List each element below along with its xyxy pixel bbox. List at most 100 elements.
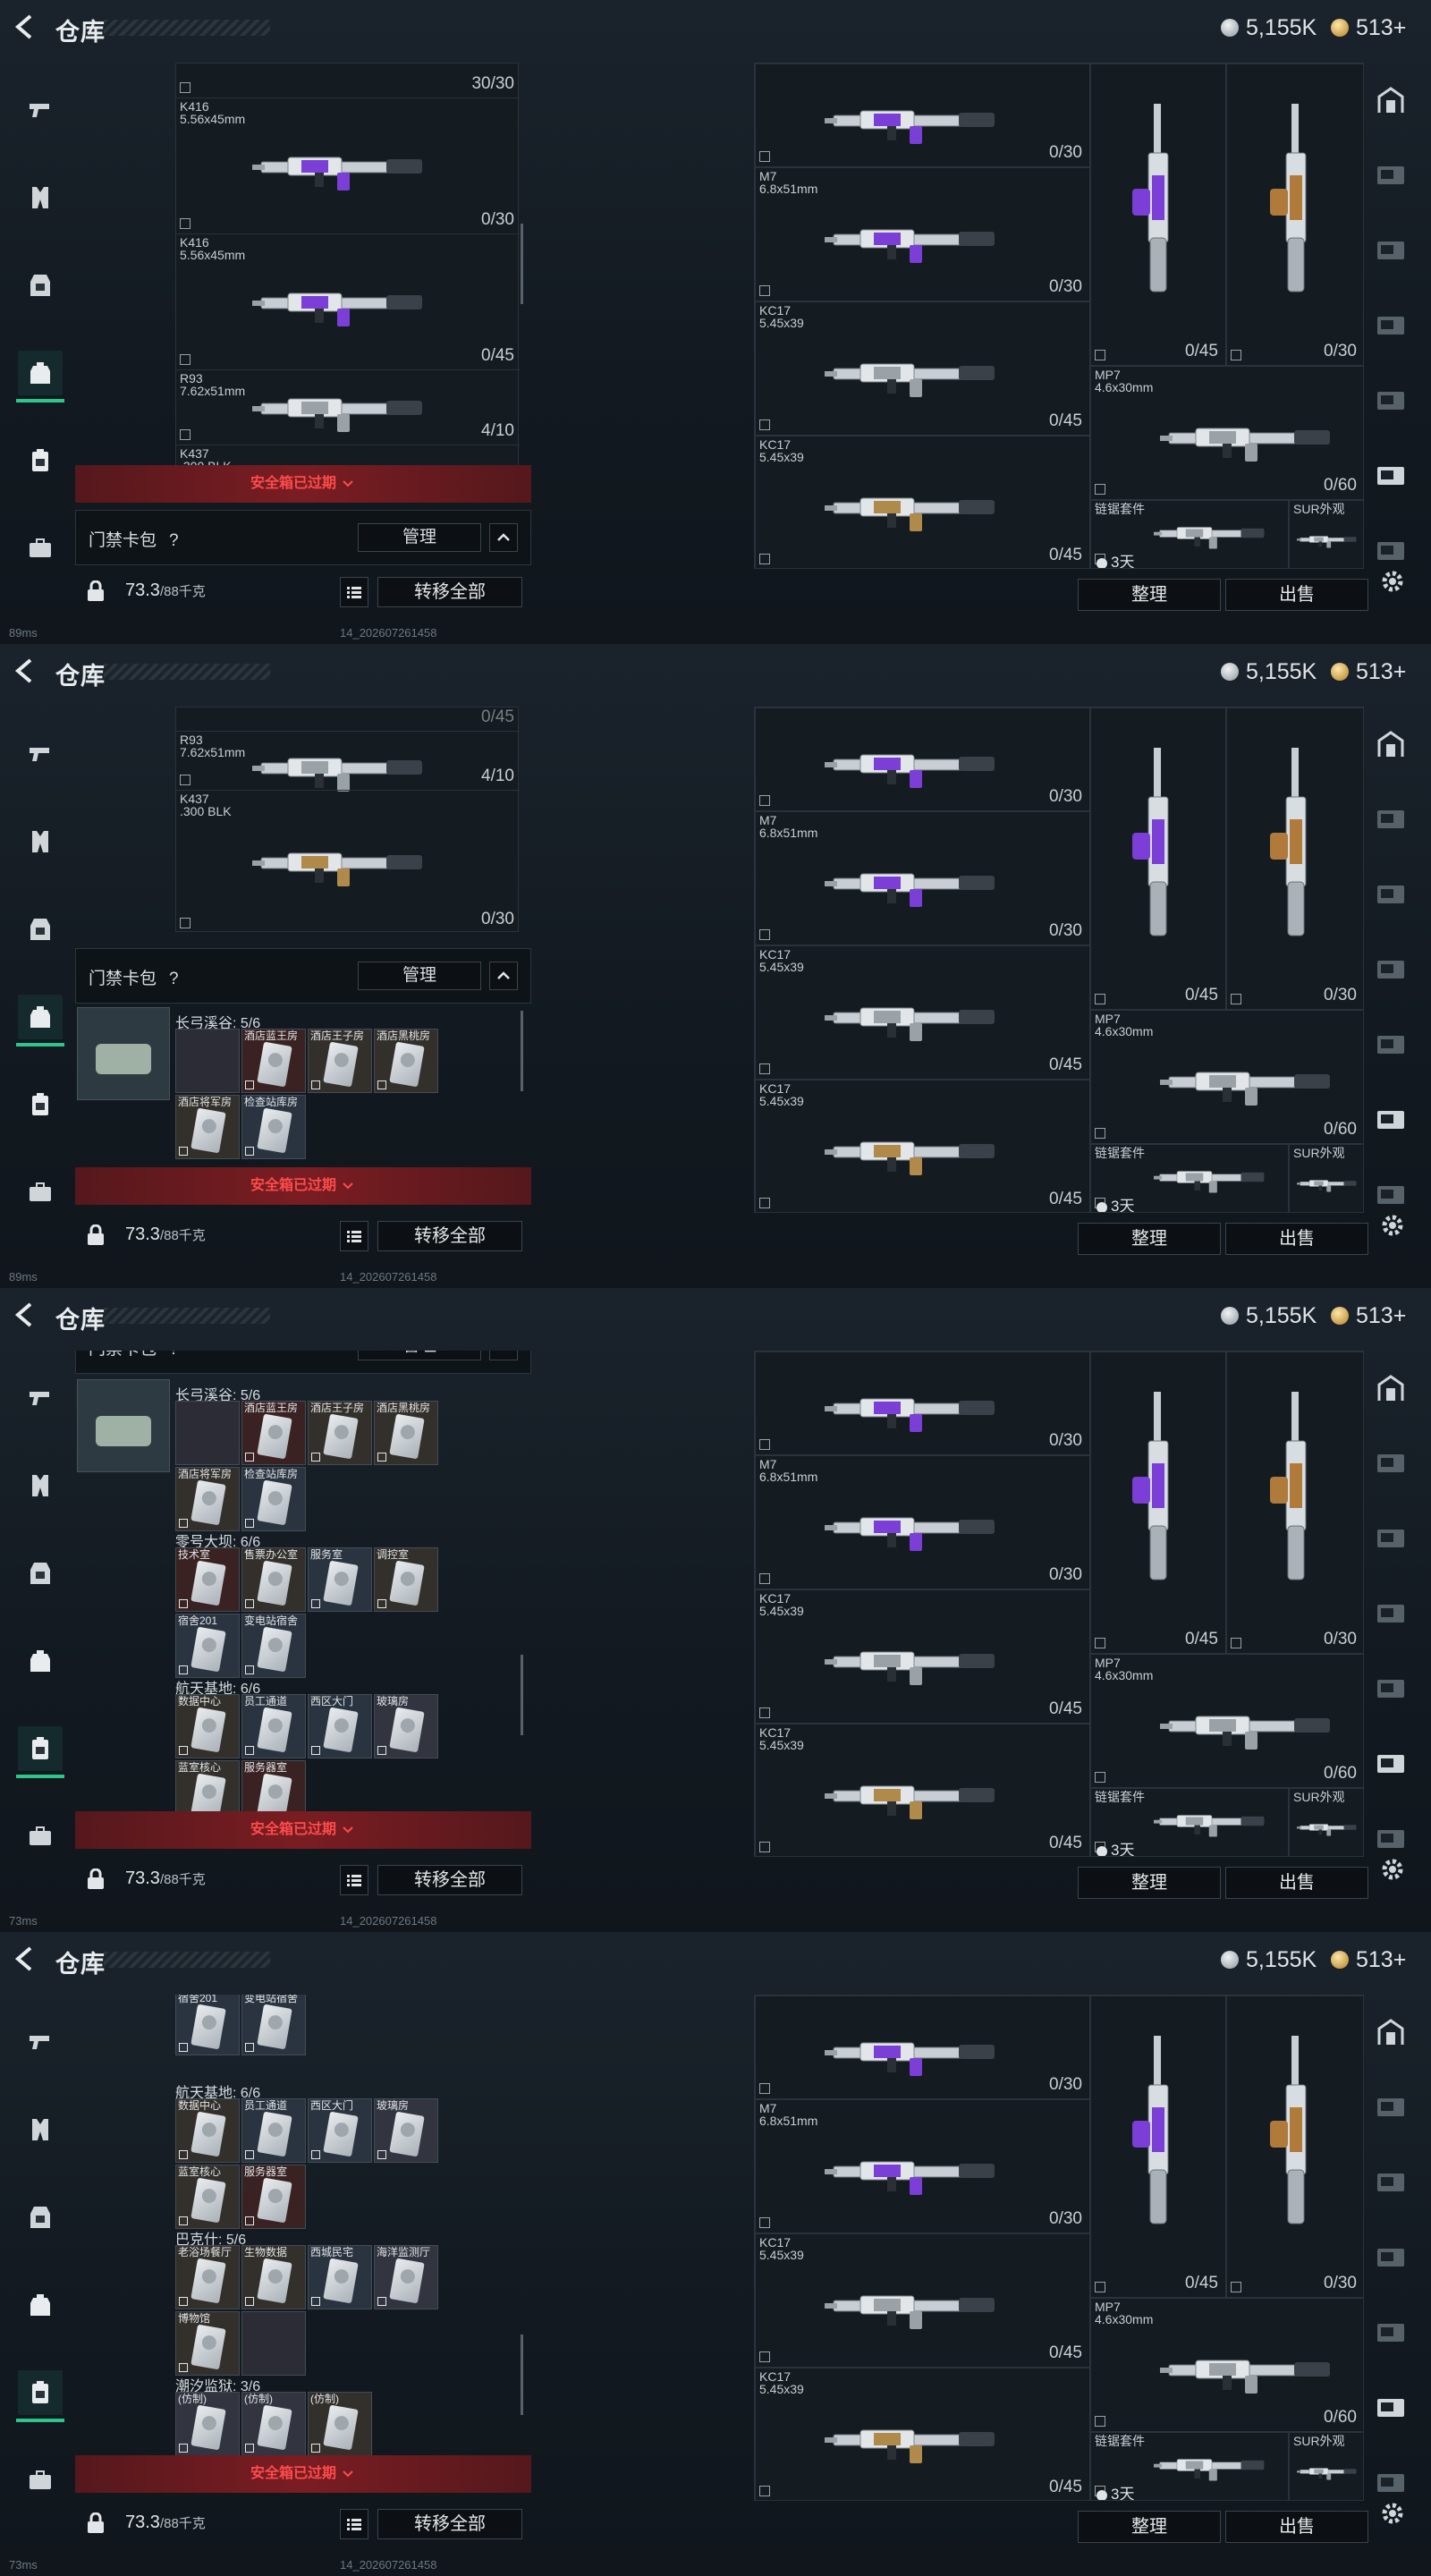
sell-button[interactable]: 出售 [1225, 1223, 1368, 1255]
silver-currency[interactable]: 5,155K [1221, 657, 1317, 687]
storage-slot[interactable]: KC17 5.45x39 0/45 [755, 436, 1090, 568]
storage-slot[interactable]: 0/30 [1226, 64, 1363, 366]
manage-button[interactable]: 管理 [358, 962, 481, 990]
keycard-slot[interactable]: (仿制) [308, 2392, 372, 2456]
storage-slot[interactable]: 0/45 [1090, 64, 1226, 366]
storage-slot[interactable]: SUR外观 [1289, 2432, 1363, 2500]
collapse-button[interactable] [489, 523, 518, 552]
tv-icon[interactable] [1376, 311, 1406, 338]
keycard-slot[interactable]: 西区大门 [308, 2098, 372, 2163]
storage-slot[interactable]: MP7 4.6x30mm 0/60 [1090, 1654, 1363, 1788]
keycard-slot[interactable]: 西城民宅 [308, 2245, 372, 2309]
sidebar-item-vest[interactable] [18, 907, 63, 952]
sidebar-item-pistol[interactable] [18, 732, 63, 776]
sidebar-item-backpack[interactable] [18, 2283, 63, 2327]
keycard-slot[interactable]: 服务器室 [241, 2165, 306, 2229]
tv-icon[interactable] [1376, 1599, 1406, 1626]
sidebar-item-keycard-case[interactable] [18, 1082, 63, 1127]
tv-icon[interactable] [1376, 1106, 1406, 1132]
keycard-slot[interactable]: 酒店蓝王房 [241, 1401, 306, 1465]
list-view-button[interactable] [340, 2509, 368, 2539]
safe-box-expired-banner[interactable]: 安全箱已过期 [75, 465, 531, 503]
transfer-all-button[interactable]: 转移全部 [377, 577, 522, 607]
gti-icon[interactable] [1376, 236, 1406, 263]
safe-box-expired-banner[interactable]: 安全箱已过期 [75, 1167, 531, 1205]
vault-icon[interactable] [1376, 730, 1406, 757]
tv-icon[interactable] [1376, 1449, 1406, 1476]
collapse-button[interactable] [489, 962, 518, 990]
vault-icon[interactable] [1376, 1374, 1406, 1401]
storage-slot[interactable]: 0/45 [1090, 1352, 1226, 1654]
tv-icon[interactable] [1376, 2243, 1406, 2270]
safe-box-expired-banner[interactable]: 安全箱已过期 [75, 2455, 531, 2493]
keycard-slot[interactable]: 酒店黑桃房 [374, 1029, 438, 1093]
vault-icon[interactable] [1376, 2018, 1406, 2045]
gti-icon[interactable] [1376, 386, 1406, 413]
sell-button[interactable]: 出售 [1225, 2511, 1368, 2543]
keycard-slot[interactable]: 技术室 [175, 1547, 240, 1612]
keycard-slot[interactable]: 玻璃房 [374, 2098, 438, 2163]
sidebar-item-backpack[interactable] [16, 995, 64, 1046]
tidy-button[interactable]: 整理 [1078, 579, 1221, 611]
keycard-slot[interactable]: 酒店王子房 [308, 1029, 372, 1093]
gti-icon[interactable] [1376, 1524, 1406, 1551]
weapon-slot[interactable]: R93 7.62x51mm 4/10 [176, 731, 520, 792]
manage-button[interactable]: 管理 [358, 523, 481, 552]
storage-slot[interactable]: KC17 5.45x39 0/45 [755, 1080, 1090, 1212]
transfer-all-button[interactable]: 转移全部 [377, 1221, 522, 1251]
keycard-slot[interactable]: 检查站库房 [241, 1467, 306, 1531]
keycard-slot[interactable]: 数据中心 [175, 2098, 240, 2163]
storage-slot[interactable]: 链锯套件 3天 [1090, 2432, 1289, 2500]
keycard-slot[interactable]: 售票办公室 [241, 1547, 306, 1612]
storage-slot[interactable]: SUR外观 [1289, 500, 1363, 568]
keycard-slot[interactable]: 酒店黑桃房 [374, 1401, 438, 1465]
storage-slot[interactable]: 0/30 [755, 708, 1090, 811]
storage-slot[interactable]: 0/30 [1226, 1996, 1363, 2298]
sidebar-item-pistol[interactable] [18, 1376, 63, 1420]
sidebar-item-case[interactable] [18, 1814, 63, 1859]
back-arrow-icon[interactable] [11, 657, 39, 685]
storage-slot[interactable]: 0/30 [1226, 708, 1363, 1010]
help-icon[interactable]: ? [169, 531, 179, 550]
storage-slot[interactable]: M7 6.8x51mm 0/30 [755, 2099, 1090, 2233]
sidebar-item-armor[interactable] [18, 1463, 63, 1508]
tv-icon[interactable] [1376, 2394, 1406, 2420]
keycard-slot[interactable]: 变电站宿舍 [241, 1614, 306, 1678]
storage-slot[interactable]: 0/45 [1090, 708, 1226, 1010]
sidebar-item-armor[interactable] [18, 819, 63, 864]
sidebar-item-case[interactable] [18, 2458, 63, 2503]
keycard-slot[interactable] [175, 1029, 240, 1093]
weapon-slot[interactable]: K437.300 BLK 0/30 [176, 790, 520, 933]
storage-slot[interactable]: 链锯套件 3天 [1090, 500, 1289, 568]
keycard-slot[interactable]: 酒店王子房 [308, 1401, 372, 1465]
sidebar-item-keycard-case[interactable] [16, 2370, 64, 2422]
sidebar-item-keycard-case[interactable] [18, 438, 63, 483]
storage-slot[interactable]: KC17 5.45x39 0/45 [755, 1589, 1090, 1724]
sidebar-item-armor[interactable] [18, 175, 63, 220]
tv-icon[interactable] [1376, 1181, 1406, 1208]
keycard-slot[interactable]: 宿舍201 [175, 1995, 240, 2055]
safe-box-expired-banner[interactable]: 安全箱已过期 [75, 1811, 531, 1849]
keycard-slot[interactable]: 蓝室核心 [175, 2165, 240, 2229]
storage-slot[interactable]: 0/30 [755, 64, 1090, 167]
storage-slot[interactable]: KC17 5.45x39 0/45 [755, 945, 1090, 1080]
keycard-slot[interactable]: 酒店将军房 [175, 1095, 240, 1159]
storage-slot[interactable]: 链锯套件 3天 [1090, 1144, 1289, 1212]
silver-currency[interactable]: 5,155K [1221, 13, 1317, 43]
keycard-slot[interactable]: 酒店蓝王房 [241, 1029, 306, 1093]
storage-slot[interactable]: SUR外观 [1289, 1144, 1363, 1212]
gti-icon[interactable] [1376, 880, 1406, 907]
weapon-slot[interactable]: K416 5.56x45mm 0/30 [176, 97, 520, 233]
storage-slot[interactable]: SUR外观 [1289, 1788, 1363, 1856]
gti-icon[interactable] [1376, 2318, 1406, 2345]
storage-slot[interactable]: 链锯套件 3天 [1090, 1788, 1289, 1856]
scrollbar[interactable] [521, 1655, 523, 1735]
keycard-slot[interactable]: (仿制) [241, 2392, 306, 2456]
keycard-slot[interactable]: 员工通道 [241, 1694, 306, 1758]
gti-icon[interactable] [1376, 1674, 1406, 1701]
tidy-button[interactable]: 整理 [1078, 1867, 1221, 1899]
keycard-slot[interactable]: 生物数据 [241, 2245, 306, 2309]
keycard-slot[interactable]: 员工通道 [241, 2098, 306, 2163]
help-icon[interactable]: ? [169, 970, 179, 988]
storage-slot[interactable]: M7 6.8x51mm 0/30 [755, 811, 1090, 945]
